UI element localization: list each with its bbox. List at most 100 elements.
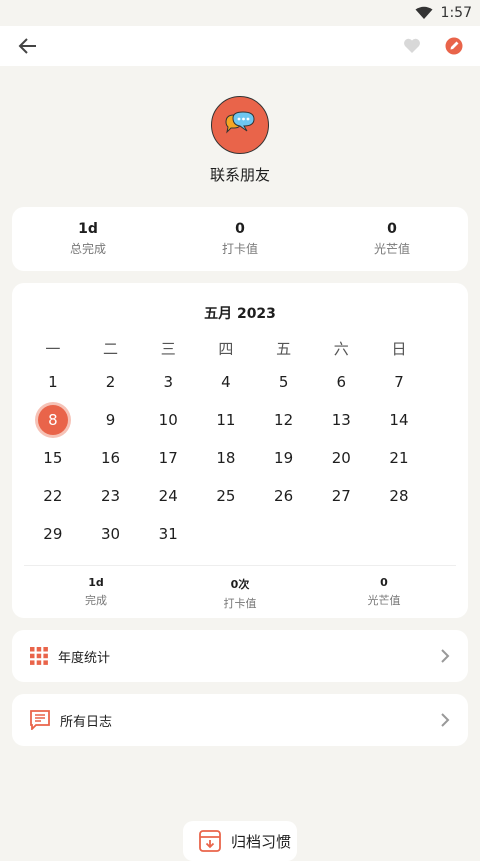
calendar-day[interactable]: 7 <box>370 363 428 401</box>
pencil-icon <box>445 37 463 55</box>
edit-button[interactable] <box>442 34 466 58</box>
status-bar: 1:57 <box>0 0 480 26</box>
calendar-day-number: 8 <box>37 405 68 435</box>
calendar-day[interactable]: 25 <box>197 477 255 515</box>
summary-card: 1d 总完成 0 打卡值 0 光芒值 <box>12 207 468 271</box>
calendar-day[interactable]: 29 <box>24 515 82 553</box>
weekday-header: 一 <box>45 340 61 358</box>
calendar-day-number <box>384 519 414 549</box>
calendar-day-number: 4 <box>221 373 231 391</box>
archive-habit-label: 归档习惯 <box>231 832 292 851</box>
calendar-footer: 1d 完成 0次 打卡值 0 光芒值 <box>24 565 456 618</box>
calendar-day-number: 5 <box>278 373 289 391</box>
calendar-day[interactable]: 31 <box>139 515 197 553</box>
weekday-header: 四 <box>218 340 234 358</box>
summary-glow: 0 光芒值 <box>316 207 468 271</box>
calendar-day-number <box>211 519 241 549</box>
calendar-grid: 一二三四五六日 1 2 3 4 5 6 7 8 9 10 11 12 13 14 15 16 17 18 19 20 21… <box>24 323 468 553</box>
calendar-day[interactable]: 6 <box>312 363 370 401</box>
calendar-day-number: 22 <box>43 487 63 505</box>
status-time: 1:57 <box>440 5 472 21</box>
calendar-day[interactable]: 9 <box>82 401 140 439</box>
summary-glow-label: 光芒值 <box>373 242 410 256</box>
calendar-day-number: 3 <box>163 373 173 391</box>
calendar-day-number: 7 <box>394 373 404 391</box>
calendar-empty-cell <box>370 515 428 553</box>
calendar-day[interactable]: 26 <box>255 477 313 515</box>
weekday-header: 五 <box>276 340 292 358</box>
calendar-day[interactable]: 23 <box>82 477 140 515</box>
summary-checkin: 0 打卡值 <box>164 207 316 271</box>
calendar-day-number: 19 <box>274 449 294 467</box>
calendar-day-number: 23 <box>100 487 121 505</box>
calendar-day-number: 1 <box>48 373 58 391</box>
calendar-day-number: 10 <box>158 411 178 429</box>
calendar-day[interactable]: 24 <box>139 477 197 515</box>
calendar-day-number: 12 <box>274 411 294 429</box>
calendar-day[interactable]: 20 <box>312 439 370 477</box>
calendar-day-number: 9 <box>105 411 116 429</box>
calendar-day-number: 20 <box>331 449 351 467</box>
calendar-day[interactable]: 3 <box>139 363 197 401</box>
habit-name: 联系朋友 <box>209 166 270 184</box>
calendar-day-number: 29 <box>43 525 63 543</box>
chat-bubbles-icon <box>225 111 255 134</box>
message-list-icon <box>30 710 50 730</box>
footer-checkin-label: 打卡值 <box>223 597 257 610</box>
calendar-day-number: 14 <box>389 411 409 429</box>
calendar-day-number: 13 <box>331 411 351 429</box>
habit-header: 联系朋友 <box>0 66 480 185</box>
calendar-day[interactable]: 30 <box>82 515 140 553</box>
back-button[interactable] <box>16 34 40 58</box>
summary-total: 1d 总完成 <box>12 207 164 271</box>
footer-glow: 0 光芒值 <box>312 566 456 618</box>
calendar-day[interactable]: 16 <box>82 439 140 477</box>
calendar-day-number: 28 <box>389 487 409 505</box>
arrow-left-icon <box>18 38 36 54</box>
calendar-day[interactable]: 28 <box>370 477 428 515</box>
calendar-day-number <box>326 519 356 549</box>
annual-stats-row[interactable]: 年度统计 <box>12 630 468 682</box>
calendar-day-number: 15 <box>43 449 63 467</box>
weekday-header: 日 <box>391 340 407 358</box>
all-logs-row[interactable]: 所有日志 <box>12 694 468 746</box>
calendar-day-number: 21 <box>389 449 409 467</box>
calendar-day[interactable]: 15 <box>24 439 82 477</box>
calendar-day-number: 16 <box>100 449 121 467</box>
calendar-day[interactable]: 5 <box>255 363 313 401</box>
app-bar <box>0 26 480 66</box>
calendar-day[interactable]: 1 <box>24 363 82 401</box>
summary-glow-value: 0 <box>387 221 397 237</box>
calendar-card: 五月 2023 一二三四五六日 1 2 3 4 5 6 7 8 9 10 11 12 13 14 15 16 17… <box>12 283 468 618</box>
footer-glow-label: 光芒值 <box>367 594 401 607</box>
calendar-day[interactable]: 10 <box>139 401 197 439</box>
weekday-header: 二 <box>103 340 119 358</box>
habit-avatar <box>211 96 269 154</box>
calendar-day-number: 27 <box>331 487 351 505</box>
footer-checkin: 0次 打卡值 <box>168 566 312 618</box>
calendar-day[interactable]: 22 <box>24 477 82 515</box>
calendar-day[interactable]: 21 <box>370 439 428 477</box>
summary-total-value: 1d <box>78 221 98 237</box>
calendar-day[interactable]: 17 <box>139 439 197 477</box>
all-logs-label: 所有日志 <box>60 714 113 730</box>
calendar-day-number: 30 <box>100 525 121 543</box>
calendar-day[interactable]: 14 <box>370 401 428 439</box>
favorite-button[interactable] <box>400 34 424 58</box>
footer-complete-label: 完成 <box>85 594 107 607</box>
calendar-day[interactable]: 12 <box>255 401 313 439</box>
calendar-day[interactable]: 13 <box>312 401 370 439</box>
calendar-day-number: 25 <box>216 487 236 505</box>
footer-checkin-value: 0次 <box>230 578 250 591</box>
footer-complete-value: 1d <box>88 576 104 589</box>
calendar-day[interactable]: 19 <box>255 439 313 477</box>
archive-habit-button[interactable]: 归档习惯 <box>183 821 297 861</box>
heart-icon <box>404 38 420 53</box>
calendar-day[interactable]: 2 <box>82 363 140 401</box>
calendar-day[interactable]: 27 <box>312 477 370 515</box>
calendar-day[interactable]: 8 <box>24 401 82 439</box>
calendar-day[interactable]: 11 <box>197 401 255 439</box>
calendar-day[interactable]: 18 <box>197 439 255 477</box>
calendar-day[interactable]: 4 <box>197 363 255 401</box>
calendar-day-number: 26 <box>274 487 294 505</box>
